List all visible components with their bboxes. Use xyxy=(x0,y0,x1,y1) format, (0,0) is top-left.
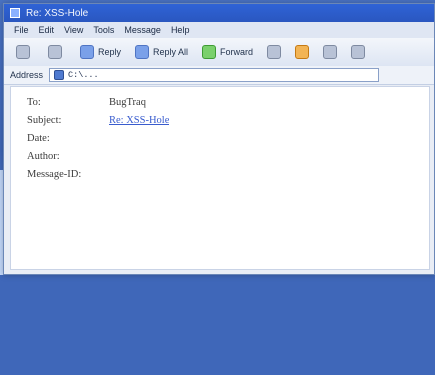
toolbar-button-reply[interactable]: Reply xyxy=(76,43,125,61)
header-date: Date: xyxy=(27,129,419,147)
window-icon xyxy=(10,8,20,18)
toolbar-button-next[interactable] xyxy=(347,43,369,61)
forward-icon xyxy=(48,45,62,59)
menu-item-tools[interactable]: Tools xyxy=(93,25,114,35)
toolbar-label-reply-all: Reply All xyxy=(153,47,189,57)
window-title: Re: XSS-Hole xyxy=(26,7,89,19)
message-body xyxy=(27,183,419,375)
header-subject: Subject: Re: XSS-Hole xyxy=(27,111,419,129)
header-label-author: Author: xyxy=(27,150,60,162)
toolbar-label-reply: Reply xyxy=(98,47,122,57)
header-label-to: To: xyxy=(27,96,41,108)
header-to: To: BugTraq xyxy=(27,93,419,111)
toolbar-button-print[interactable] xyxy=(263,43,285,61)
address-label: Address xyxy=(10,70,44,80)
document-icon xyxy=(54,70,65,80)
header-label-message-id: Message-ID: xyxy=(27,168,82,180)
address-value: C:\... xyxy=(68,70,99,80)
toolbar: Reply Reply All Forward xyxy=(4,38,434,67)
menu-item-view[interactable]: View xyxy=(64,25,83,35)
menu-bar: File Edit View Tools Message Help xyxy=(4,22,434,39)
reply-all-icon xyxy=(135,45,150,59)
prev-icon xyxy=(323,45,338,59)
header-value-subject[interactable]: Re: XSS-Hole xyxy=(109,115,169,126)
toolbar-button-back[interactable] xyxy=(12,43,38,61)
toolbar-button-forward[interactable] xyxy=(44,43,70,61)
message-pane: To: BugTraq Subject: Re: XSS-Hole Date: … xyxy=(10,86,430,270)
back-icon xyxy=(16,45,30,59)
menu-item-edit[interactable]: Edit xyxy=(39,25,55,35)
menu-item-file[interactable]: File xyxy=(14,25,29,35)
toolbar-label-forward-mail: Forward xyxy=(220,47,254,57)
print-icon xyxy=(267,45,282,59)
header-label-date: Date: xyxy=(27,132,50,144)
toolbar-button-prev[interactable] xyxy=(319,43,341,61)
forward-mail-icon xyxy=(202,45,217,59)
toolbar-button-forward-mail[interactable]: Forward xyxy=(198,43,257,61)
address-bar: Address C:\... xyxy=(4,66,434,85)
next-icon xyxy=(351,45,366,59)
header-label-subject: Subject: xyxy=(27,114,62,126)
menu-item-message[interactable]: Message xyxy=(124,25,161,35)
toolbar-button-reply-all[interactable]: Reply All xyxy=(131,43,192,61)
delete-icon xyxy=(295,45,310,59)
header-value-to: BugTraq xyxy=(109,96,146,108)
address-input[interactable]: C:\... xyxy=(49,68,380,82)
mail-viewer-window: Re: XSS-Hole File Edit View Tools Messag… xyxy=(3,3,435,275)
header-author: Author: xyxy=(27,147,419,165)
toolbar-button-delete[interactable] xyxy=(291,43,313,61)
header-message-id: Message-ID: xyxy=(27,165,419,183)
reply-icon xyxy=(80,45,94,59)
message-headers: To: BugTraq Subject: Re: XSS-Hole Date: … xyxy=(27,93,419,183)
window-titlebar[interactable]: Re: XSS-Hole xyxy=(4,4,434,22)
menu-item-help[interactable]: Help xyxy=(171,25,190,35)
